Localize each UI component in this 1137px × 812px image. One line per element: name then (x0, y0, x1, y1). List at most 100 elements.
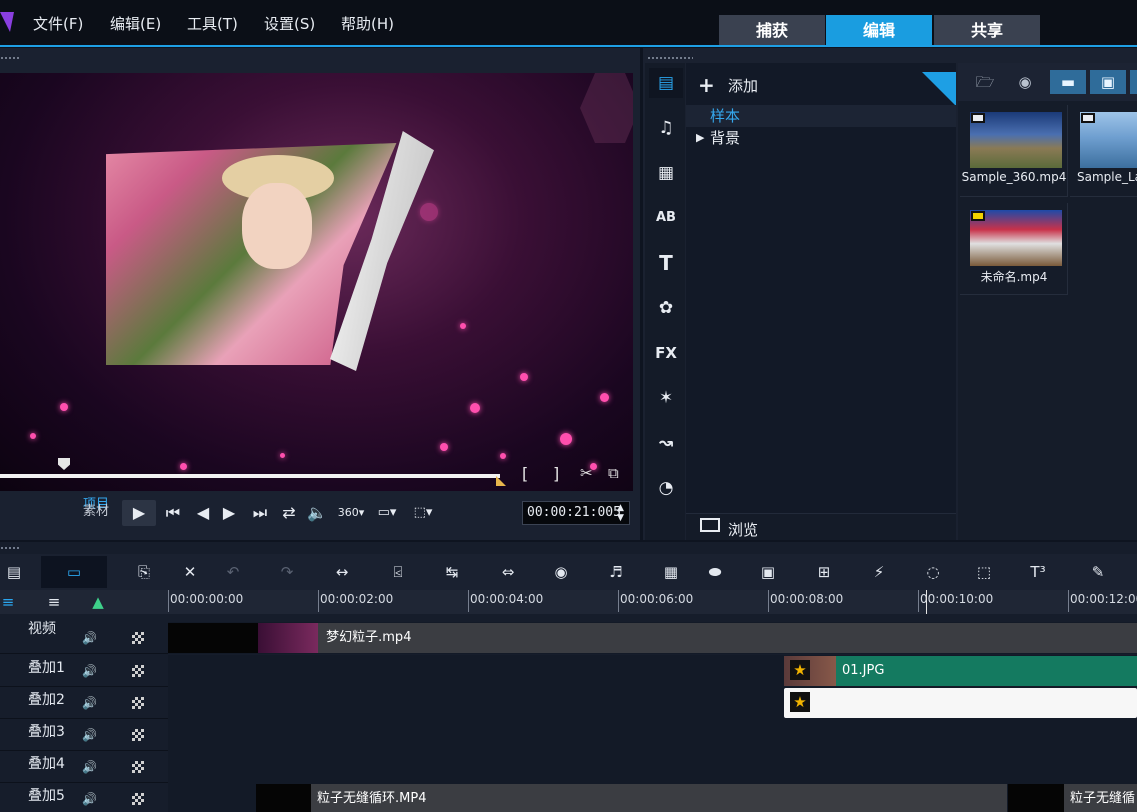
overlay-clip[interactable]: 01.JPG (836, 656, 1137, 686)
mask-creator-icon[interactable]: ◌ (919, 560, 947, 584)
track-lane[interactable] (168, 751, 1137, 783)
aspect-ratio-icon[interactable]: ▭▾ (372, 500, 402, 526)
mark-out-button[interactable]: ] (553, 464, 559, 483)
go-to-end-icon[interactable]: ⏭ (249, 500, 271, 526)
scrub-bar[interactable] (0, 474, 500, 478)
media-icon[interactable]: ▤ (649, 68, 683, 98)
transition-icon[interactable]: ▦ (649, 158, 683, 188)
library-thumbnail[interactable]: Sample_360.mp4 (960, 105, 1068, 197)
transparency-icon[interactable] (132, 761, 144, 773)
path-icon[interactable]: ↝ (649, 428, 683, 458)
menu-settings[interactable]: 设置(S) (264, 13, 315, 34)
tools-icon[interactable]: ✕ (176, 560, 204, 584)
filter-icon[interactable]: ✶ (649, 383, 683, 413)
photo-clip-thumb[interactable]: ★ (784, 656, 839, 686)
clip-thumbnail[interactable] (1008, 784, 1064, 812)
transparency-icon[interactable] (132, 793, 144, 805)
title-icon[interactable]: AB (649, 203, 683, 233)
import-folder-icon[interactable]: 🗁 (972, 70, 998, 94)
tab-edit[interactable]: 编辑 (826, 15, 932, 46)
split-screen-icon[interactable]: ⊞ (810, 560, 838, 584)
undo-icon[interactable]: ↶ (219, 560, 247, 584)
tab-capture[interactable]: 捕获 (719, 15, 825, 46)
fit-to-window-icon[interactable]: ↔ (328, 560, 356, 584)
speaker-icon[interactable]: 🔊 (82, 728, 97, 742)
show-all-tracks-icon[interactable]: ≡ (0, 590, 22, 614)
repeat-icon[interactable]: ⇄ (278, 500, 300, 526)
graphics-icon[interactable]: ✿ (649, 293, 683, 323)
show-photos-icon[interactable]: ▣ (1090, 70, 1126, 94)
transparency-icon[interactable] (132, 697, 144, 709)
timeline-view-button[interactable]: ▭ (41, 556, 107, 588)
track-manager-icon[interactable]: ⎘ (130, 560, 158, 584)
track-lane[interactable]: 粒子无缝循环.MP4 粒子无缝循 (168, 783, 1137, 812)
menu-tools[interactable]: 工具(T) (187, 13, 238, 34)
timecode-spinner-icon[interactable]: ▲ ▼ (617, 503, 624, 523)
edit-icon[interactable]: ✎ (1084, 560, 1112, 584)
menu-edit[interactable]: 编辑(E) (110, 13, 161, 34)
panel-grip[interactable] (0, 56, 20, 60)
motion-tracking-icon[interactable]: ⚡ (865, 560, 893, 584)
enlarge-preview-icon[interactable]: ⧉ (608, 464, 619, 482)
menu-file[interactable]: 文件(F) (33, 13, 83, 34)
fx-icon[interactable]: FX (649, 338, 683, 368)
speaker-icon[interactable]: 🔊 (82, 792, 97, 806)
speaker-icon[interactable]: 🔊 (82, 760, 97, 774)
multicam-icon[interactable]: ▦ (657, 560, 685, 584)
transparency-icon[interactable] (132, 729, 144, 741)
previous-frame-icon[interactable]: ◀ (192, 500, 214, 526)
redo-icon[interactable]: ↷ (273, 560, 301, 584)
split-clip-icon[interactable]: ↹ (438, 560, 466, 584)
clip-mode-label[interactable]: 素材 (83, 497, 109, 527)
preview-mode-switch[interactable]: 项目 素材 (83, 496, 109, 519)
tab-share[interactable]: 共享 (934, 15, 1040, 46)
cut-scissors-icon[interactable]: ✂ (580, 464, 593, 482)
library-thumbnail[interactable]: Sample_La (1070, 105, 1137, 197)
blend-icon[interactable]: ⬬ (701, 560, 729, 584)
tree-item-sample[interactable]: 样本 (686, 105, 956, 127)
record-icon[interactable]: ◉ (1012, 70, 1038, 94)
transparency-icon[interactable] (132, 632, 144, 644)
subtitle-icon[interactable]: ⍃ (384, 560, 412, 584)
track-lane[interactable]: ★ 01.JPG (168, 655, 1137, 687)
speaker-icon[interactable]: 🔊 (82, 631, 97, 645)
panel-grip[interactable] (647, 56, 693, 60)
show-audio-icon[interactable] (1130, 70, 1137, 94)
mark-in-button[interactable]: [ (522, 464, 528, 483)
tree-item-background[interactable]: ▶ 背景 (686, 127, 956, 149)
safe-area-icon[interactable]: ⬚▾ (408, 500, 438, 526)
pin-icon[interactable] (922, 72, 956, 106)
storyboard-view-icon[interactable]: ▤ (0, 560, 28, 584)
add-folder-button[interactable]: + 添加 (686, 69, 956, 106)
next-frame-icon[interactable]: ▶ (218, 500, 240, 526)
360-view-icon[interactable]: 360▾ (334, 500, 368, 526)
record-capture-icon[interactable]: ◉ (547, 560, 575, 584)
particle-clip[interactable]: 粒子无缝循环.MP4 (311, 784, 1007, 812)
show-videos-icon[interactable]: ▬ (1050, 70, 1086, 94)
particle-clip[interactable]: 粒子无缝循 (1064, 784, 1137, 812)
browse-button[interactable]: 浏览 (686, 513, 956, 540)
text-icon[interactable]: T (649, 248, 683, 278)
volume-icon[interactable]: 🔈 (306, 500, 328, 526)
speaker-icon[interactable]: 🔊 (82, 664, 97, 678)
track-lane[interactable]: ★ (168, 687, 1137, 719)
speaker-icon[interactable]: 🔊 (82, 696, 97, 710)
music-icon[interactable]: ♫ (649, 113, 683, 143)
video-clip[interactable]: 梦幻粒子.mp4 (258, 623, 1137, 653)
menu-help[interactable]: 帮助(H) (341, 13, 394, 34)
add-track-icon[interactable]: ≡ (40, 590, 68, 614)
library-thumbnail[interactable]: 未命名.mp4 (960, 203, 1068, 295)
move-clip-icon[interactable]: ⇔ (494, 560, 522, 584)
black-clip[interactable] (168, 623, 258, 653)
playhead[interactable] (926, 590, 927, 614)
track-lane[interactable] (168, 719, 1137, 751)
3d-title-icon[interactable]: T³ (1024, 560, 1052, 584)
white-clip[interactable]: ★ (784, 688, 1137, 718)
timeline-ruler[interactable]: 00:00:00:00 00:00:02:00 00:00:04:00 00:0… (168, 590, 1137, 614)
go-to-start-icon[interactable]: ⏮ (162, 500, 184, 526)
track-lane[interactable]: 梦幻粒子.mp4 (168, 622, 1137, 654)
pan-zoom-icon[interactable]: ⬚ (970, 560, 998, 584)
clip-thumbnail[interactable] (256, 784, 311, 812)
ripple-edit-icon[interactable]: ▲ (84, 590, 112, 614)
speed-icon[interactable]: ◔ (649, 473, 683, 503)
